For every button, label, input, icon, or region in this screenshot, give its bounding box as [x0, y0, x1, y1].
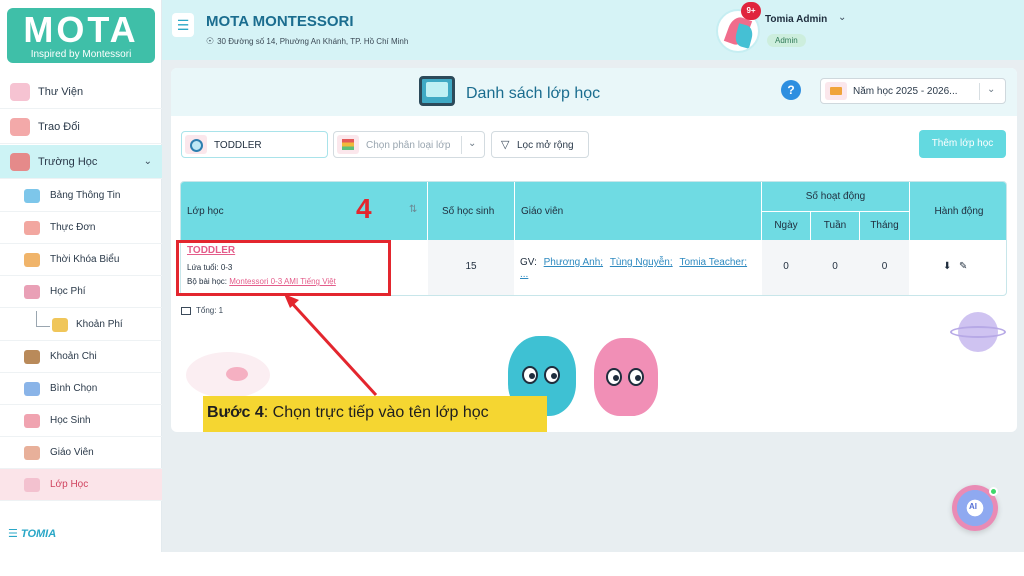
ai-assistant-button[interactable]: AI [952, 485, 998, 531]
tutorial-step-label: Bước 4: Chọn trực tiếp vào tên lớp học [203, 396, 547, 432]
online-status-dot [989, 487, 998, 496]
tutorial-arrow [284, 294, 378, 397]
